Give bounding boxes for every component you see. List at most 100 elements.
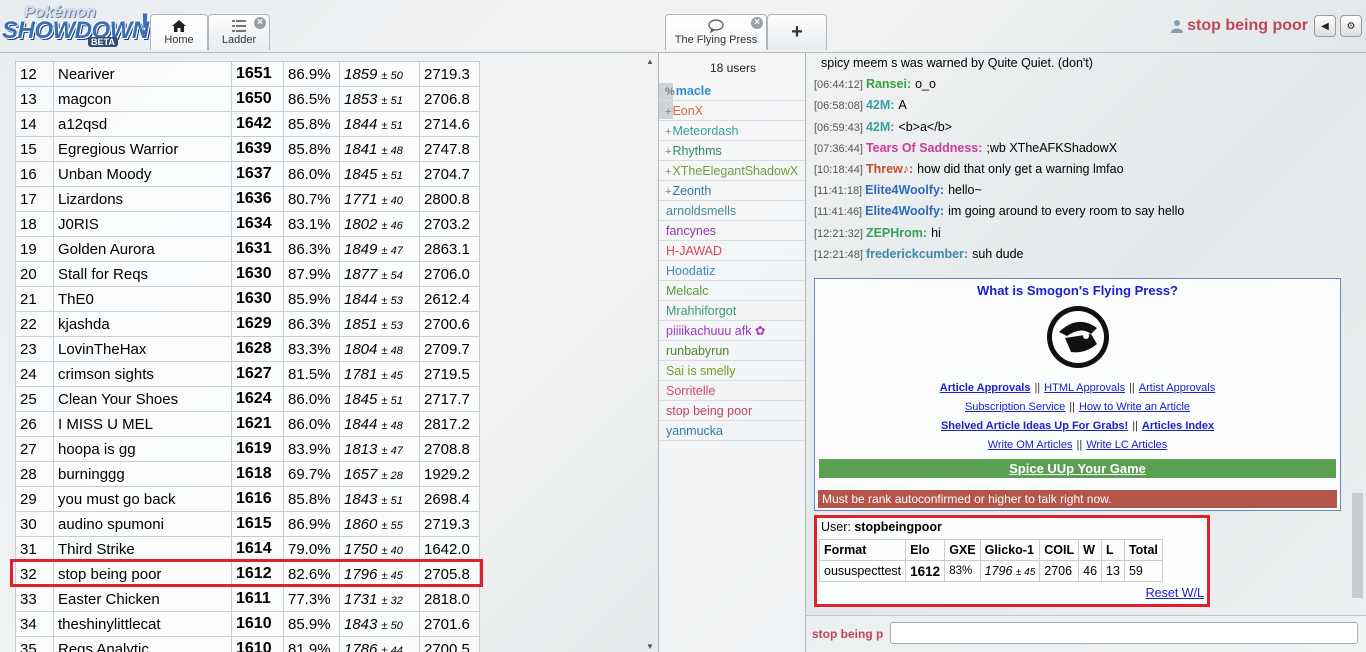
player-name-link[interactable]: audino spumoni: [53, 511, 232, 537]
chat-username[interactable]: Tears Of Saddness:: [866, 141, 982, 155]
userlist-item[interactable]: fancynes: [659, 221, 805, 241]
userlist-item[interactable]: +Zeonth: [659, 181, 805, 201]
player-name-link[interactable]: crimson sights: [53, 361, 232, 387]
rank-cell: 19: [15, 236, 54, 262]
userlist-item[interactable]: Sorritelle: [659, 381, 805, 401]
tab-home[interactable]: Home: [150, 14, 208, 50]
userlist-item[interactable]: +EonX: [659, 101, 805, 121]
userlist-item[interactable]: Hoodatiz: [659, 261, 805, 281]
elo-cell: 1651: [231, 61, 284, 87]
gxe-cell: 85.8%: [283, 136, 340, 162]
article-approvals-link[interactable]: Article Approvals: [940, 382, 1031, 394]
player-name-link[interactable]: Easter Chicken: [53, 586, 232, 612]
user-card-heading: User: stopbeingpoor: [821, 520, 942, 534]
glicko-cell: 1771 ± 40: [339, 186, 420, 212]
articles-index-link[interactable]: Articles Index: [1142, 420, 1214, 432]
user-group-symbol: +: [665, 166, 672, 178]
elo-cell: 1614: [231, 536, 284, 562]
close-tab-icon[interactable]: ×: [751, 17, 763, 29]
player-name-link[interactable]: J0RIS: [53, 211, 232, 237]
player-name-link[interactable]: stop being poor: [53, 561, 232, 587]
userlist-item[interactable]: runbabyrun: [659, 341, 805, 361]
close-tab-icon[interactable]: ×: [254, 17, 266, 29]
player-name-link[interactable]: a12qsd: [53, 111, 232, 137]
player-name-link[interactable]: Clean Your Shoes: [53, 386, 232, 412]
gxe-cell: 83.9%: [283, 436, 340, 462]
userlist-item[interactable]: Sai is smelly: [659, 361, 805, 381]
ladder-scrollbar[interactable]: ▲ ▼: [642, 53, 658, 652]
scroll-down-icon[interactable]: ▼: [646, 642, 654, 651]
elo-cell: 1618: [231, 461, 284, 487]
player-name-link[interactable]: ThE0: [53, 286, 232, 312]
player-name-link[interactable]: magcon: [53, 86, 232, 112]
player-name-link[interactable]: hoopa is gg: [53, 436, 232, 462]
coil-cell: 2704.7: [419, 161, 480, 187]
userlist-item[interactable]: stop being poor: [659, 401, 805, 421]
glicko-cell: 1786 ± 44: [339, 636, 420, 652]
rank-cell: 33: [15, 586, 54, 612]
userlist-item[interactable]: +Meteordash: [659, 121, 805, 141]
chat-input[interactable]: [890, 622, 1358, 644]
player-name-link[interactable]: Golden Aurora: [53, 236, 232, 262]
player-name-link[interactable]: Unban Moody: [53, 161, 232, 187]
userlist-item[interactable]: piiiikachuuu afk ✿: [659, 321, 805, 341]
userlist-item[interactable]: %macle: [659, 81, 805, 101]
scroll-up-icon[interactable]: ▲: [646, 57, 654, 66]
gear-icon[interactable]: ⚙: [1340, 15, 1362, 37]
username-button[interactable]: stop being poor: [1187, 17, 1308, 35]
player-name-link[interactable]: LovinTheHax: [53, 336, 232, 362]
glicko-cell: 1813 ± 47: [339, 436, 420, 462]
elo-cell: 1612: [905, 560, 946, 582]
userlist-item[interactable]: Mrahhiforgot: [659, 301, 805, 321]
shelved-ideas-link[interactable]: Shelved Article Ideas Up For Grabs!: [941, 420, 1128, 432]
showdown-logo[interactable]: Pokémon SHOWDOWN ! BETA: [2, 4, 150, 48]
write-lc-link[interactable]: Write LC Articles: [1086, 439, 1167, 451]
chat-username[interactable]: Threw♪:: [866, 162, 913, 176]
player-name-link[interactable]: Third Strike: [53, 536, 232, 562]
ladder-row: 19 Golden Aurora 1631 86.3% 1849 ± 47 2863.1: [15, 236, 480, 262]
userlist-item[interactable]: H-JAWAD: [659, 241, 805, 261]
userlist-item[interactable]: arnoldsmells: [659, 201, 805, 221]
userlist-item[interactable]: +Rhythms: [659, 141, 805, 161]
ladder-row: 31 Third Strike 1614 79.0% 1750 ± 40 1642.0: [15, 536, 480, 562]
userlist-item[interactable]: Melcalc: [659, 281, 805, 301]
player-name-link[interactable]: Regs Analytic: [53, 636, 232, 652]
write-om-link[interactable]: Write OM Articles: [988, 439, 1073, 451]
player-name-link[interactable]: kjashda: [53, 311, 232, 337]
player-name-link[interactable]: Neariver: [53, 61, 232, 87]
chat-username[interactable]: Elite4Woolfy:: [865, 183, 944, 197]
player-name-link[interactable]: theshinylittlecat: [53, 611, 232, 637]
new-tab-button[interactable]: +: [767, 14, 827, 50]
coil-cell: 2747.8: [419, 136, 480, 162]
chat-scrollbar[interactable]: [1352, 493, 1363, 598]
ladder-row: 30 audino spumoni 1615 86.9% 1860 ± 55 2719.3: [15, 511, 480, 537]
player-name-link[interactable]: you must go back: [53, 486, 232, 512]
player-name-link[interactable]: Egregious Warrior: [53, 136, 232, 162]
chat-input-username[interactable]: stop being p: [812, 627, 883, 641]
chat-username[interactable]: Ransei:: [866, 77, 911, 91]
artist-approvals-link[interactable]: Artist Approvals: [1139, 382, 1215, 394]
chat-username[interactable]: frederickcumber:: [866, 247, 968, 261]
how-to-write-link[interactable]: How to Write an Article: [1079, 401, 1190, 413]
subscription-service-link[interactable]: Subscription Service: [965, 401, 1065, 413]
player-name-link[interactable]: burninggg: [53, 461, 232, 487]
tab-the-flying-press[interactable]: The Flying Press ×: [665, 14, 767, 50]
chat-username[interactable]: ZEPHrom:: [866, 226, 927, 240]
reset-wl-link[interactable]: Reset W/L: [1146, 586, 1204, 600]
chat-username[interactable]: 42M:: [866, 120, 894, 134]
html-approvals-link[interactable]: HTML Approvals: [1044, 382, 1125, 394]
tab-ladder[interactable]: Ladder ×: [208, 14, 270, 50]
spice-uup-link[interactable]: Spice UUp Your Game: [819, 459, 1336, 478]
player-name-link[interactable]: I MISS U MEL: [53, 411, 232, 437]
rank-cell: 30: [15, 511, 54, 537]
ladder-row: 35 Regs Analytic 1610 81.9% 1786 ± 44 2700.5: [15, 636, 480, 652]
chat-message: [10:18:44] Threw♪: how did that only get a…: [814, 159, 1354, 180]
player-name-link[interactable]: Stall for Reqs: [53, 261, 232, 287]
chat-username[interactable]: 42M:: [866, 98, 894, 112]
chat-username[interactable]: Elite4Woolfy:: [865, 204, 944, 218]
volume-icon[interactable]: ◀: [1314, 15, 1336, 37]
player-name-link[interactable]: Lizardons: [53, 186, 232, 212]
userlist-item[interactable]: yanmucka: [659, 421, 805, 441]
userlist-item[interactable]: +XTheElegantShadowX: [659, 161, 805, 181]
ladder-row: 17 Lizardons 1636 80.7% 1771 ± 40 2800.8: [15, 186, 480, 212]
